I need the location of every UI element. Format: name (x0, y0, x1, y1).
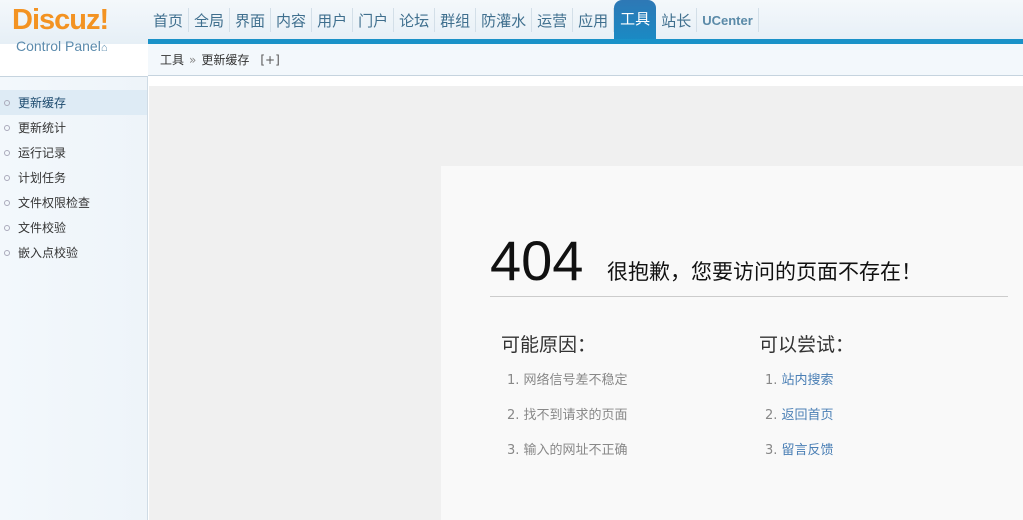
tab-1[interactable]: 全局 (189, 8, 231, 32)
sidebar-item[interactable]: 嵌入点校验 (0, 240, 147, 265)
bullet-icon (4, 124, 10, 131)
home-icon[interactable]: ⌂ (101, 42, 108, 54)
error-message: 很抱歉，您要访问的页面不存在！ (607, 260, 922, 284)
try-link[interactable]: 返回首页 (782, 408, 834, 423)
tab-8[interactable]: 防灌水 (476, 8, 533, 32)
tab-12[interactable]: 站长 (656, 8, 698, 32)
reasons-section: 可能原因： 1. 网络信号差不稳定 2. 找不到请求的页面 3. 输入的网址不正确 (501, 330, 628, 474)
breadcrumb-current: 更新缓存 (201, 53, 250, 67)
reason-item: 2. 找不到请求的页面 (507, 408, 628, 423)
sidebar-item[interactable]: 计划任务 (0, 165, 147, 190)
logo[interactable]: Discuz! (12, 4, 109, 37)
bullet-icon (4, 99, 10, 106)
sidebar-item-label: 运行记录 (18, 146, 67, 160)
reason-item: 1. 网络信号差不稳定 (507, 373, 628, 388)
tab-9[interactable]: 运营 (532, 8, 574, 32)
try-number: 1. (765, 373, 782, 388)
tab-10[interactable]: 应用 (573, 8, 615, 32)
try-link[interactable]: 站内搜索 (782, 373, 834, 388)
main-content: 404 很抱歉，您要访问的页面不存在！ 可能原因： 1. 网络信号差不稳定 2. … (149, 86, 1023, 520)
tab-4[interactable]: 用户 (312, 8, 354, 32)
try-item: 1. 站内搜索 (759, 369, 854, 404)
tab-2[interactable]: 界面 (230, 8, 272, 32)
tab-3[interactable]: 内容 (271, 8, 313, 32)
bullet-icon (4, 224, 10, 231)
sidebar-item-label: 文件权限检查 (18, 196, 91, 210)
sidebar-item-label: 文件校验 (18, 221, 67, 235)
sidebar-item-label: 计划任务 (18, 171, 67, 185)
try-item: 2. 返回首页 (759, 404, 854, 439)
breadcrumb-parent[interactable]: 工具 (160, 51, 184, 68)
bullet-icon (4, 249, 10, 256)
control-panel-label: Control Panel (16, 38, 101, 54)
logo-subtitle: Control Panel⌂ (16, 38, 107, 54)
tab-5[interactable]: 门户 (353, 8, 395, 32)
bullet-icon (4, 174, 10, 181)
divider (490, 296, 1008, 297)
reasons-title: 可能原因： (501, 334, 597, 356)
tab-7[interactable]: 群组 (435, 8, 477, 32)
breadcrumb-separator: » (189, 52, 197, 67)
tab-0[interactable]: 首页 (148, 8, 190, 32)
sidebar-item-label: 更新缓存 (18, 96, 67, 110)
bullet-icon (4, 149, 10, 156)
tries-section: 可以尝试： 1. 站内搜索 2. 返回首页 3. 留言反馈 (759, 330, 854, 474)
sidebar-item[interactable]: 运行记录 (0, 140, 147, 165)
tab-13[interactable]: UCenter (697, 8, 759, 32)
error-code: 404 (490, 229, 584, 292)
try-number: 3. (765, 443, 782, 458)
add-shortcut-button[interactable]: [+] (260, 53, 279, 67)
sidebar: 更新缓存更新统计运行记录计划任务文件权限检查 文件校验嵌入点校验 (0, 76, 148, 520)
header: Discuz! 首页 全局 界面 内容 用户 门户 论坛 群组 防灌水 运营 应用 工具 站长 UCent… (0, 0, 1023, 44)
sidebar-item[interactable]: 文件校验 (0, 215, 147, 240)
top-nav: 首页 全局 界面 内容 用户 门户 论坛 群组 防灌水 运营 应用 工具 站长 UCenter (148, 0, 759, 40)
sidebar-item[interactable]: 更新统计 (0, 115, 147, 140)
try-link[interactable]: 留言反馈 (782, 443, 834, 458)
try-number: 2. (765, 408, 782, 423)
bullet-icon (4, 199, 10, 206)
sidebar-item[interactable]: 更新缓存 (0, 90, 147, 115)
tab-11[interactable]: 工具 (614, 0, 657, 40)
reason-item: 3. 输入的网址不正确 (507, 443, 628, 458)
sidebar-item[interactable]: 文件权限检查 (0, 190, 147, 215)
tab-6[interactable]: 论坛 (394, 8, 436, 32)
tries-title: 可以尝试： (759, 334, 855, 356)
sidebar-item-label: 更新统计 (18, 121, 67, 135)
try-item: 3. 留言反馈 (759, 439, 854, 474)
error-panel: 404 很抱歉，您要访问的页面不存在！ 可能原因： 1. 网络信号差不稳定 2. … (441, 166, 1023, 520)
sidebar-item-label: 嵌入点校验 (18, 246, 79, 260)
breadcrumb: 工具 » 更新缓存 [+] (148, 44, 1023, 76)
